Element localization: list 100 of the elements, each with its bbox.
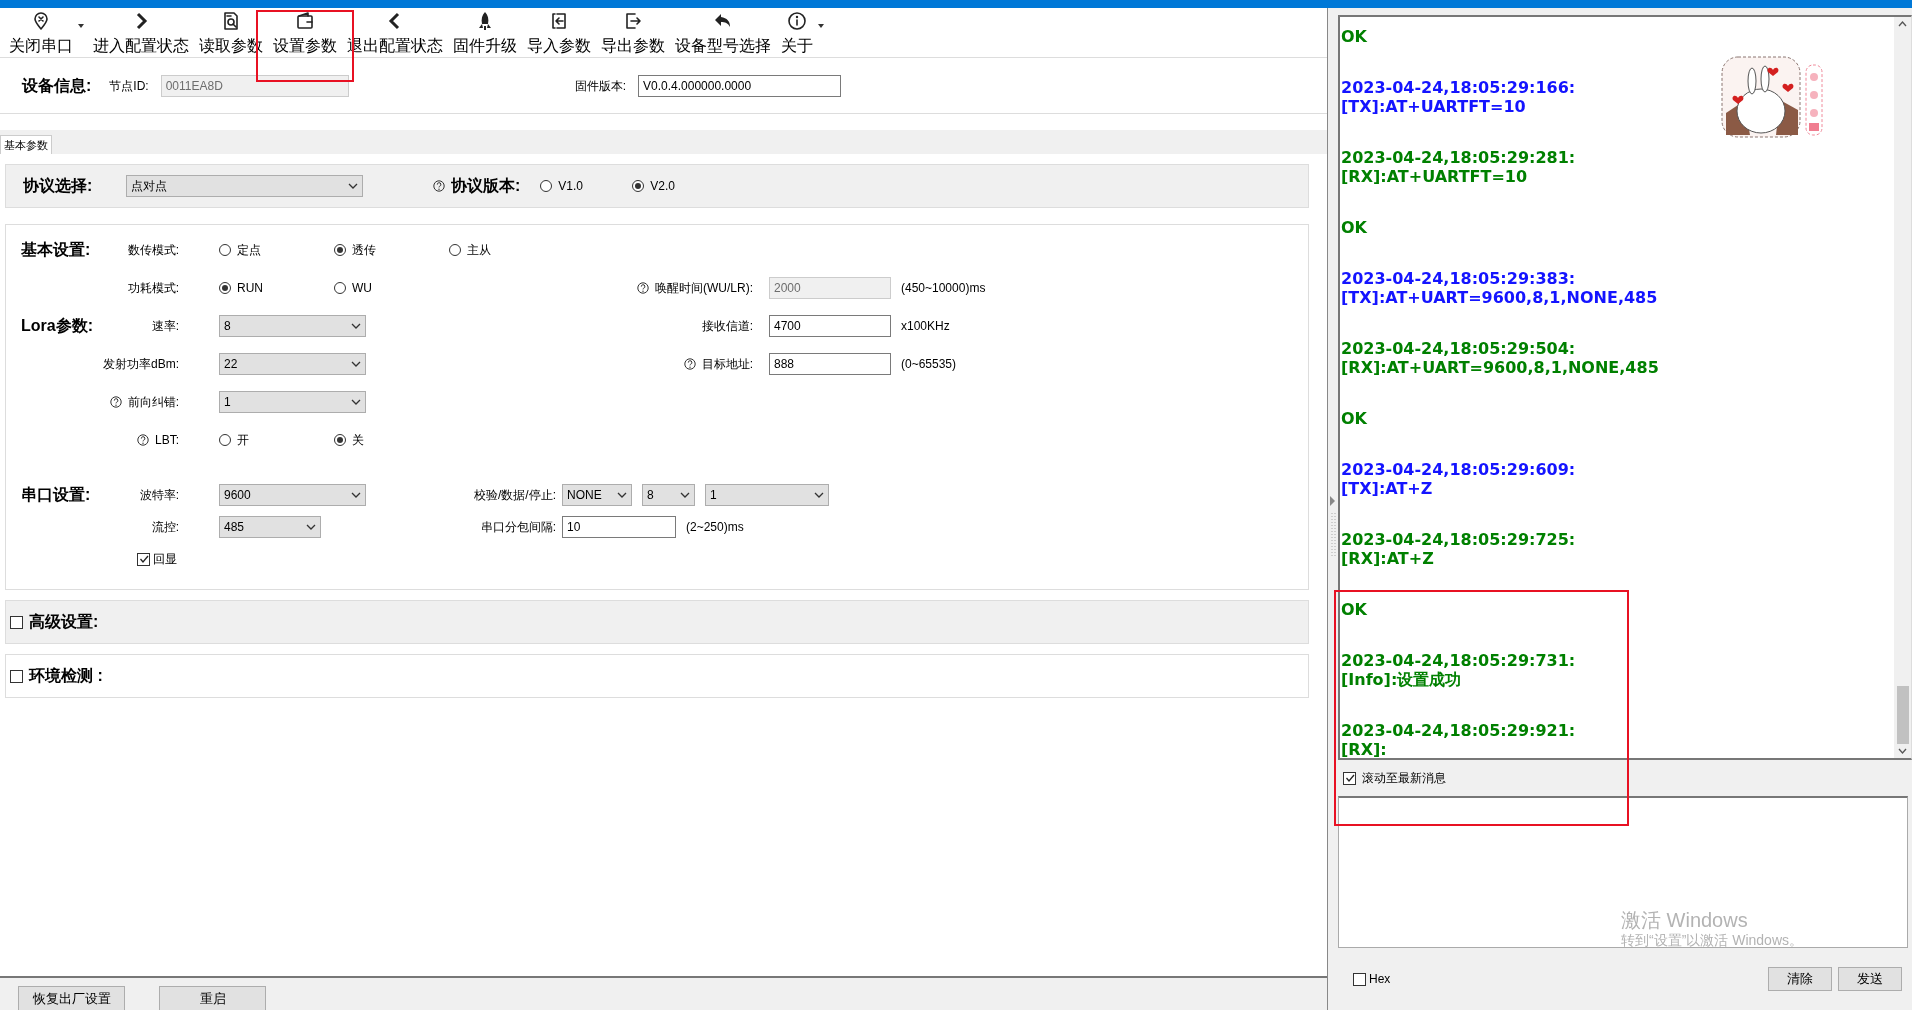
dropdown[interactable]: 点对点 <box>126 175 363 197</box>
radio-button[interactable] <box>219 282 231 294</box>
input-field[interactable]: 888 <box>769 353 891 375</box>
wallet-icon <box>295 11 315 31</box>
log-line: 2023-04-24,18:05:29:166: <box>1341 78 1577 97</box>
toolbar-button[interactable]: 关闭串口 <box>4 11 78 57</box>
input-field[interactable]: V0.0.4.000000.0000 <box>638 74 841 97</box>
log-line: 2023-04-24,18:05:29:383: <box>1341 269 1577 288</box>
hint-text: (450~10000)ms <box>901 280 986 297</box>
radio-button[interactable] <box>449 244 461 256</box>
field-label: 节点ID: <box>109 77 149 95</box>
hint-text: x100KHz <box>901 318 950 335</box>
radio-button[interactable] <box>334 244 346 256</box>
toolbar-button[interactable]: 导出参数 <box>596 11 670 57</box>
footer-button[interactable]: 恢复出厂设置 <box>18 986 125 1010</box>
action-button[interactable]: 清除 <box>1768 967 1832 991</box>
checkbox[interactable] <box>1343 771 1356 785</box>
dropdown[interactable]: 1 <box>219 391 366 413</box>
field-label: 目标地址: <box>701 356 753 373</box>
log-line: OK <box>1341 218 1368 237</box>
log-line: OK <box>1341 27 1368 46</box>
field-label: 固件版本: <box>574 77 626 95</box>
checkbox-label[interactable]: 滚动至最新消息 <box>1362 769 1446 787</box>
footer-button[interactable]: 重启 <box>159 986 266 1010</box>
toolbar-button[interactable]: 设备型号选择 <box>670 11 776 57</box>
field-label: 数传模式: <box>127 242 179 259</box>
field-label: 前向纠错: <box>127 394 179 411</box>
dropdown[interactable]: 8 <box>642 484 695 506</box>
log-line: [RX]:AT+UART=9600,8,1,NONE,485 <box>1341 358 1660 377</box>
log-line: 2023-04-24,18:05:29:504: <box>1341 339 1577 358</box>
log-line: OK <box>1341 600 1368 619</box>
radio-button[interactable] <box>540 180 553 192</box>
radio-button[interactable] <box>632 180 645 192</box>
action-button[interactable]: 发送 <box>1838 967 1902 991</box>
radio-label[interactable]: 开 <box>237 431 249 449</box>
section-title: 协议版本: <box>451 176 521 196</box>
hint-text: (2~250)ms <box>686 519 744 536</box>
field-label: 串口分包间隔: <box>480 519 556 536</box>
section-title[interactable]: 高级设置: <box>29 610 99 634</box>
field-label: 发射功率dBm: <box>103 356 179 373</box>
scroll-up-icon <box>1898 21 1907 27</box>
radio-label[interactable]: V2.0 <box>650 177 675 195</box>
tab[interactable]: 基本参数 <box>0 134 52 154</box>
radio-label[interactable]: WU <box>352 279 372 297</box>
radio-button[interactable] <box>334 282 346 294</box>
scrollbar-thumb[interactable] <box>1896 686 1909 744</box>
section-title: Lora参数: <box>21 316 93 336</box>
dropdown-arrow-icon[interactable] <box>818 24 824 28</box>
toolbar-button[interactable]: 导入参数 <box>522 11 596 57</box>
checkbox-label[interactable]: Hex <box>1369 970 1391 988</box>
checkbox[interactable] <box>10 615 23 629</box>
checkbox[interactable] <box>137 552 150 566</box>
message-input[interactable] <box>1338 796 1908 948</box>
dropdown[interactable]: 9600 <box>219 484 366 506</box>
checkbox[interactable] <box>1353 972 1366 986</box>
log-line: 2023-04-24,18:05:29:921: <box>1341 721 1577 740</box>
log-line: OK <box>1341 409 1368 428</box>
dropdown[interactable]: NONE <box>562 484 632 506</box>
dropdown[interactable]: 22 <box>219 353 366 375</box>
log-line: [TX]:AT+Z <box>1341 479 1434 498</box>
section-title: 协议选择: <box>23 176 94 196</box>
field-label: 速率: <box>151 318 179 335</box>
radio-label[interactable]: 主从 <box>467 241 491 259</box>
toolbar-button[interactable]: 固件升级 <box>448 11 522 57</box>
radio-label[interactable]: RUN <box>237 279 263 297</box>
field-label: 唤醒时间(WU/LR): <box>655 280 753 297</box>
log-line: [TX]:AT+UARTFT=10 <box>1341 97 1527 116</box>
toolbar-button[interactable]: 进入配置状态 <box>88 11 194 57</box>
log-line: 2023-04-24,18:05:29:725: <box>1341 530 1577 549</box>
radio-label[interactable]: V1.0 <box>558 177 583 195</box>
field-label: 流控: <box>151 519 179 536</box>
log-line: 2023-04-24,18:05:29:281: <box>1341 148 1577 167</box>
input-field[interactable]: 4700 <box>769 315 891 337</box>
radio-label[interactable]: 关 <box>352 431 364 449</box>
log-line: [RX]:AT+UARTFT=10 <box>1341 167 1529 186</box>
log-line: 2023-04-24,18:05:29:731: <box>1341 651 1577 670</box>
input-field[interactable]: 10 <box>562 516 676 538</box>
radio-button[interactable] <box>334 434 346 446</box>
radio-button[interactable] <box>219 434 231 446</box>
scrollbar[interactable] <box>1894 17 1911 758</box>
map-pin-icon <box>31 11 51 31</box>
section-title: 串口设置: <box>21 485 91 505</box>
toolbar-button[interactable]: 设置参数 <box>268 11 342 57</box>
dropdown[interactable]: 8 <box>219 315 366 337</box>
radio-button[interactable] <box>219 244 231 256</box>
dropdown-arrow-icon[interactable] <box>78 24 84 28</box>
field-label: 波特率: <box>139 487 179 504</box>
log-line: [TX]:AT+UART=9600,8,1,NONE,485 <box>1341 288 1659 307</box>
watermark-text: 转到“设置”以激活 Windows。 <box>1621 932 1803 949</box>
dropdown[interactable]: 485 <box>219 516 321 538</box>
toolbar-button[interactable]: 关于 <box>776 11 818 57</box>
checkbox-label[interactable]: 回显 <box>153 550 177 568</box>
checkbox[interactable] <box>10 669 23 683</box>
radio-label[interactable]: 定点 <box>237 241 261 259</box>
dropdown[interactable]: 1 <box>705 484 829 506</box>
section-title: 基本设置: <box>21 240 91 260</box>
section-title[interactable]: 环境检测 : <box>29 664 103 688</box>
watermark-text: 激活 Windows <box>1621 908 1749 932</box>
radio-label[interactable]: 透传 <box>352 241 376 259</box>
document-search-icon <box>221 11 241 31</box>
